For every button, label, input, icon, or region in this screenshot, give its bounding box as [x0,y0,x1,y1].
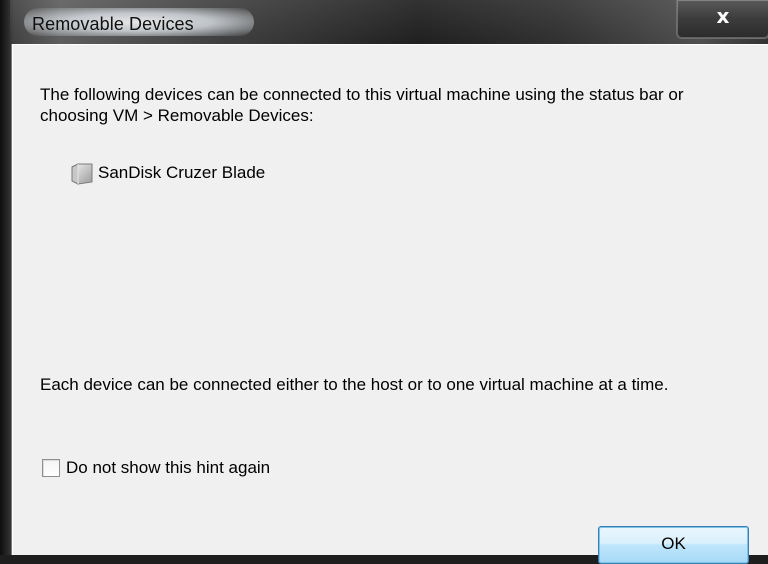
intro-text: The following devices can be connected t… [40,85,684,125]
title-bar[interactable]: Removable Devices [10,0,768,44]
hint-checkbox-label: Do not show this hint again [66,458,271,477]
window-title: Removable Devices [32,14,194,34]
device-label: SanDisk Cruzer Blade [98,163,266,182]
ok-button[interactable]: OK [598,526,749,564]
close-button[interactable]: x [676,0,768,39]
dialog-body: The following devices can be connected t… [11,44,768,564]
window-frame: Removable Devices x The following device… [0,0,768,564]
close-icon: x [716,4,730,28]
note-text: Each device can be connected either to t… [40,375,669,394]
hint-checkbox[interactable] [42,459,60,477]
usb-drive-icon [70,163,94,185]
